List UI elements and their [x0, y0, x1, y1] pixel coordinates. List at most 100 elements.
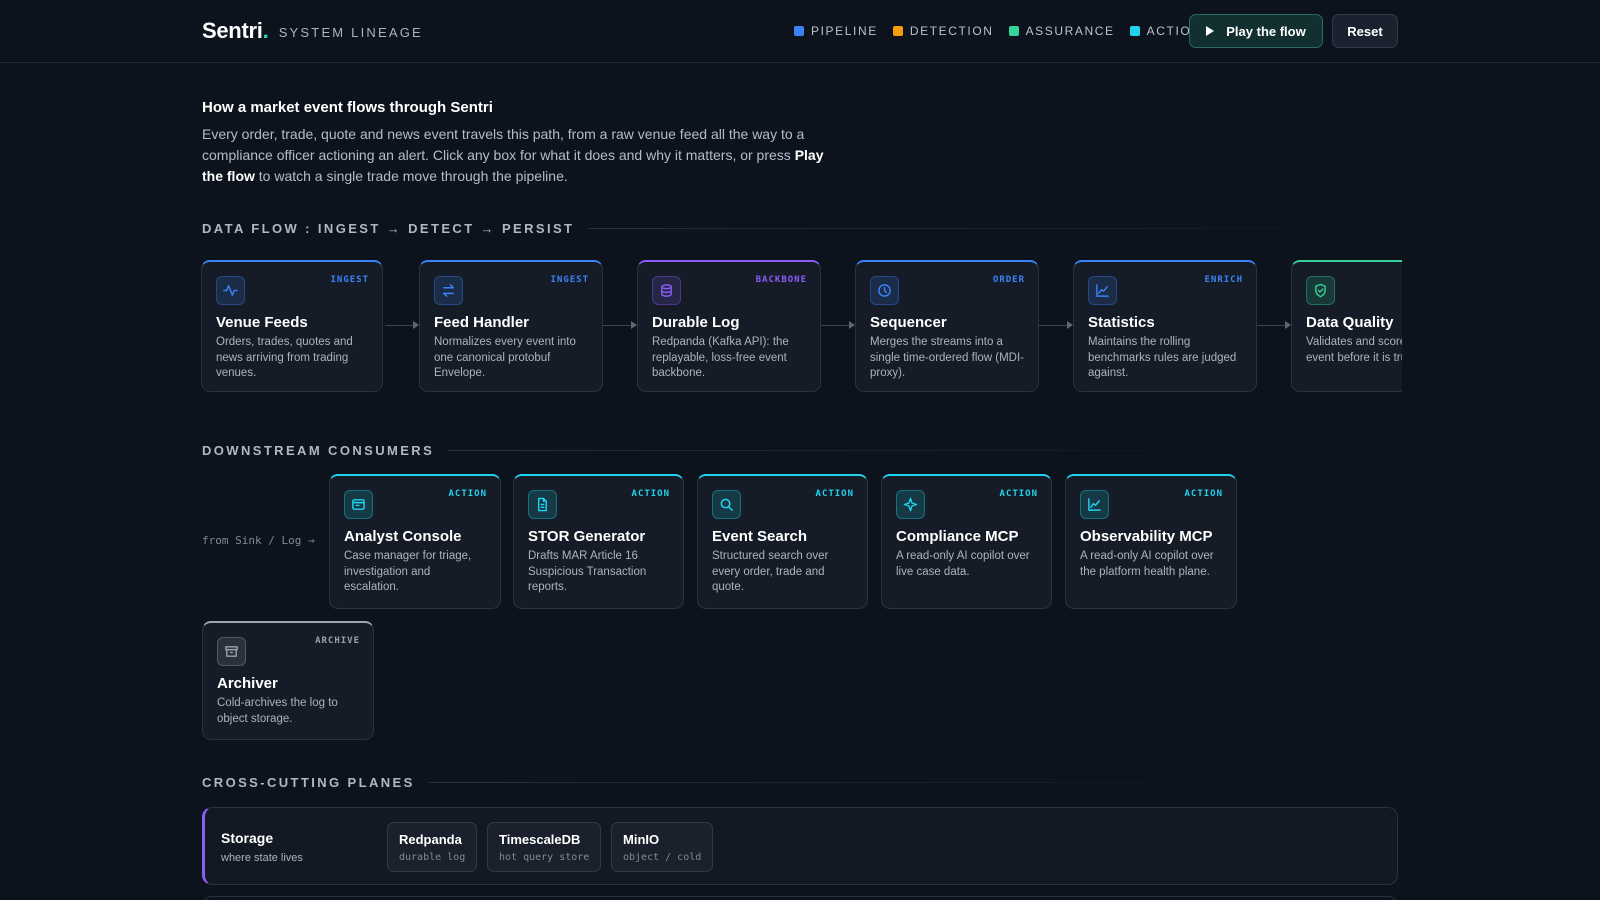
section-label: DATA FLOW : INGEST → DETECT → PERSIST	[202, 221, 575, 236]
pipeline-card[interactable]: ORDER Sequencer Merges the streams into …	[855, 260, 1039, 392]
pipeline-card[interactable]: INGEST Feed Handler Normalizes every eve…	[419, 260, 603, 392]
card-title: STOR Generator	[528, 528, 646, 545]
card-tag: ACTION	[815, 489, 854, 499]
downstream-source-label: from Sink / Log →	[202, 534, 315, 547]
legend: PIPELINE DETECTION ASSURANCE ACTION	[794, 24, 1217, 38]
reset-button[interactable]: Reset	[1332, 14, 1398, 48]
search-icon	[712, 490, 741, 519]
archive-icon	[217, 637, 246, 666]
chip-subtitle: object / cold	[623, 852, 702, 863]
legend-label: ASSURANCE	[1025, 24, 1115, 38]
chart-icon	[1080, 490, 1109, 519]
intro-title: How a market event flows through Sentri	[202, 99, 493, 116]
card-description: A read-only AI copilot over the platform…	[1080, 550, 1214, 578]
card-title: Analyst Console	[344, 528, 462, 545]
window-icon	[344, 490, 373, 519]
section-planes: CROSS-CUTTING PLANES	[202, 775, 1309, 790]
plane-chip-redpanda[interactable]: Redpanda durable log	[387, 822, 478, 872]
brand-name: Sentri	[202, 18, 263, 43]
card-tag: ARCHIVE	[315, 636, 360, 646]
sparkle-icon	[896, 490, 925, 519]
card-description: Structured search over every order, trad…	[712, 550, 829, 593]
card-tag: ORDER	[992, 275, 1025, 285]
play-flow-button[interactable]: Play the flow	[1189, 14, 1323, 48]
shield-icon	[1306, 276, 1335, 305]
section-rule	[428, 782, 1309, 783]
brand-dot: .	[262, 18, 269, 43]
card-title: Observability MCP	[1080, 528, 1213, 545]
card-description: Maintains the rolling benchmarks rules a…	[1088, 336, 1237, 379]
intro-text-before: Every order, trade, quote and news event…	[202, 126, 805, 163]
flow-arrow	[385, 321, 419, 329]
brand-subtitle: SYSTEM LINEAGE	[278, 25, 423, 40]
consumer-card[interactable]: ACTION Event Search Structured search ov…	[697, 474, 868, 609]
flow-arrow	[603, 321, 637, 329]
flow-arrow	[821, 321, 855, 329]
plane-chip-timescaledb[interactable]: TimescaleDB hot query store	[487, 822, 602, 872]
clock-icon	[870, 276, 899, 305]
plane-storage[interactable]: Storage where state lives Redpanda durab…	[202, 807, 1398, 885]
card-tag: ACTION	[999, 489, 1038, 499]
consumer-card[interactable]: ACTION Compliance MCP A read-only AI cop…	[881, 474, 1052, 609]
card-description: Drafts MAR Article 16 Suspicious Transac…	[528, 550, 647, 593]
top-bar: Sentri. SYSTEM LINEAGE PIPELINE DETECTIO…	[0, 0, 1600, 63]
flow-arrow	[1039, 321, 1073, 329]
legend-item-pipeline: PIPELINE	[794, 24, 878, 38]
consumer-card[interactable]: ACTION STOR Generator Drafts MAR Article…	[513, 474, 684, 609]
section-label: DOWNSTREAM CONSUMERS	[202, 443, 435, 458]
pipeline-card[interactable]: BACKBONE Durable Log Redpanda (Kafka API…	[637, 260, 821, 392]
pipeline-card[interactable]: Data Quality Validates and scores each e…	[1291, 260, 1402, 392]
card-title: Archiver	[217, 675, 278, 692]
consumer-card[interactable]: ACTION Analyst Console Case manager for …	[329, 474, 501, 609]
card-title: Event Search	[712, 528, 808, 545]
chart-icon	[1088, 276, 1117, 305]
archiver-card[interactable]: ARCHIVE Archiver Cold-archives the log t…	[202, 621, 374, 740]
card-title: Durable Log	[652, 314, 740, 331]
card-title: Sequencer	[870, 314, 947, 331]
card-title: Feed Handler	[434, 314, 530, 331]
card-description: Normalizes every event into one canonica…	[434, 336, 576, 379]
plane-chip-minio[interactable]: MinIO object / cold	[611, 822, 714, 872]
card-tag: INGEST	[550, 275, 589, 285]
card-description: Cold-archives the log to object storage.	[217, 697, 338, 725]
database-icon	[652, 276, 681, 305]
section-downstream: DOWNSTREAM CONSUMERS	[202, 443, 1309, 458]
legend-label: PIPELINE	[811, 24, 878, 38]
card-tag: ACTION	[448, 489, 487, 499]
section-rule	[588, 228, 1449, 229]
brand: Sentri. SYSTEM LINEAGE	[202, 18, 423, 44]
card-title: Compliance MCP	[896, 528, 1019, 545]
document-icon	[528, 490, 557, 519]
legend-label: DETECTION	[909, 24, 994, 38]
card-description: Orders, trades, quotes and news arriving…	[216, 336, 353, 379]
pipeline-card[interactable]: ENRICH Statistics Maintains the rolling …	[1073, 260, 1257, 392]
play-icon	[1206, 26, 1215, 36]
card-title: Venue Feeds	[216, 314, 308, 331]
pipeline-card[interactable]: INGEST Venue Feeds Orders, trades, quote…	[201, 260, 383, 392]
consumer-card[interactable]: ACTION Observability MCP A read-only AI …	[1065, 474, 1237, 609]
flow-arrow	[1257, 321, 1291, 329]
swap-icon	[434, 276, 463, 305]
card-description: Merges the streams into a single time-or…	[870, 336, 1025, 379]
chip-name: MinIO	[623, 832, 660, 847]
card-tag: ENRICH	[1204, 275, 1243, 285]
activity-icon	[216, 276, 245, 305]
play-flow-label: Play the flow	[1226, 23, 1306, 39]
chip-name: Redpanda	[399, 832, 462, 847]
legend-swatch	[794, 26, 804, 36]
legend-swatch	[1008, 26, 1019, 36]
card-description: Redpanda (Kafka API): the replayable, lo…	[652, 336, 789, 379]
plane-next-partial	[202, 896, 1398, 900]
chip-subtitle: hot query store	[499, 852, 590, 863]
card-description: A read-only AI copilot over live case da…	[896, 550, 1030, 578]
plane-subtitle: where state lives	[221, 852, 303, 864]
section-data-flow: DATA FLOW : INGEST → DETECT → PERSIST	[202, 221, 1449, 236]
pipeline-row: INGEST Venue Feeds Orders, trades, quote…	[198, 256, 1402, 396]
chip-subtitle: durable log	[399, 852, 466, 863]
card-title: Statistics	[1088, 314, 1155, 331]
intro-text: Every order, trade, quote and news event…	[202, 124, 832, 187]
section-label: CROSS-CUTTING PLANES	[202, 775, 415, 790]
card-description: Case manager for triage, investigation a…	[344, 550, 472, 593]
legend-item-detection: DETECTION	[892, 24, 994, 38]
card-title: Data Quality	[1306, 314, 1394, 331]
